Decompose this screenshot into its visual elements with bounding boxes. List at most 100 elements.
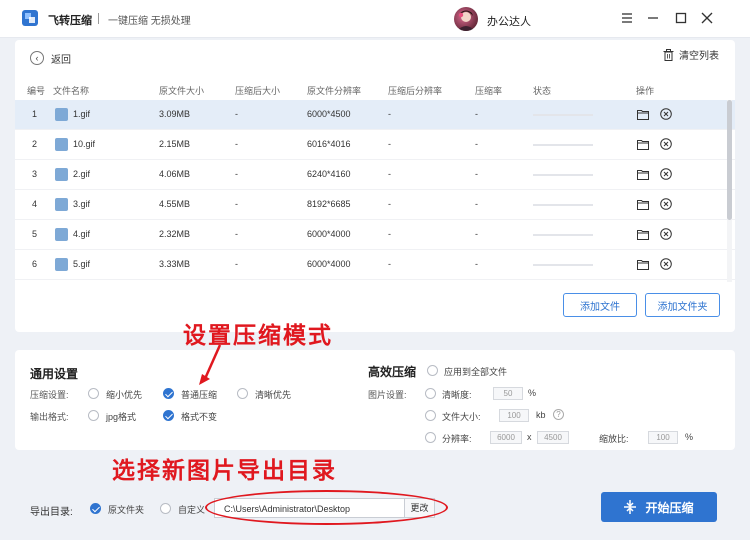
status-progress (533, 114, 593, 116)
compress-setting-label: 压缩设置: (30, 390, 69, 400)
radio-shrink-first[interactable] (88, 388, 99, 399)
folder-icon[interactable] (637, 169, 649, 180)
row-comp-size: - (235, 259, 238, 269)
row-rate: - (475, 109, 478, 119)
radio-clarity[interactable] (425, 388, 436, 399)
annotation-export-dir: 选择新图片导出目录 (112, 458, 337, 484)
user-name: 办公达人 (487, 16, 531, 28)
close-icon[interactable] (698, 9, 716, 27)
image-setting-label: 图片设置: (368, 390, 407, 400)
folder-icon[interactable] (637, 259, 649, 270)
radio-file-size[interactable] (425, 410, 436, 421)
scrollbar-thumb[interactable] (727, 100, 732, 220)
resolution-height-input[interactable]: 4500 (537, 431, 569, 444)
table-row[interactable]: 4 3.gif 4.55MB - 8192*6685 - - (15, 190, 735, 220)
option-clarity-first[interactable]: 清晰优先 (255, 388, 291, 401)
option-keep-format[interactable]: 格式不变 (181, 410, 217, 423)
table-row[interactable]: 5 4.gif 2.32MB - 6000*4000 - - (15, 220, 735, 250)
help-icon[interactable]: ? (553, 409, 564, 420)
back-button[interactable]: ‹ 返回 (30, 50, 71, 66)
status-progress (533, 234, 593, 236)
table-row[interactable]: 1 1.gif 3.09MB - 6000*4500 - - (15, 100, 735, 130)
radio-jpg-format[interactable] (88, 410, 99, 421)
row-rate: - (475, 169, 478, 179)
add-folder-button[interactable]: 添加文件夹 (645, 293, 720, 317)
row-comp-size: - (235, 109, 238, 119)
option-shrink-first[interactable]: 缩小优先 (106, 388, 142, 401)
file-size-input[interactable]: 100 (499, 409, 529, 422)
remove-icon[interactable] (660, 138, 672, 150)
option-jpg-format[interactable]: jpg格式 (106, 410, 136, 423)
maximize-icon[interactable] (672, 9, 690, 27)
option-normal-compress[interactable]: 普通压缩 (181, 388, 217, 401)
row-orig-res: 6000*4000 (307, 259, 351, 269)
remove-icon[interactable] (660, 168, 672, 180)
folder-icon[interactable] (637, 199, 649, 210)
avatar[interactable] (454, 7, 478, 31)
row-name: 10.gif (73, 139, 96, 149)
table-row[interactable]: 6 5.gif 3.33MB - 6000*4000 - - (15, 250, 735, 280)
row-comp-res: - (388, 199, 391, 209)
remove-icon[interactable] (660, 228, 672, 240)
radio-custom-dir[interactable] (160, 503, 171, 514)
row-no: 1 (32, 109, 38, 119)
row-no: 5 (32, 229, 38, 239)
row-orig-size: 2.32MB (159, 229, 191, 239)
folder-icon[interactable] (637, 229, 649, 240)
row-orig-size: 4.06MB (159, 169, 191, 179)
output-format-label: 输出格式: (30, 412, 69, 422)
start-compress-button[interactable]: 开始压缩 (601, 492, 717, 522)
row-comp-size: - (235, 229, 238, 239)
table-row[interactable]: 2 10.gif 2.15MB - 6016*4016 - - (15, 130, 735, 160)
remove-icon[interactable] (660, 258, 672, 270)
option-custom-dir[interactable]: 自定义 (178, 503, 205, 516)
header-orig-res: 原文件分辨率 (307, 86, 362, 96)
image-file-icon (55, 258, 68, 271)
folder-icon[interactable] (637, 139, 649, 150)
row-name: 5.gif (73, 259, 91, 269)
file-size-label: 文件大小: (442, 412, 481, 422)
clear-list-button[interactable]: 清空列表 (663, 47, 719, 62)
header-orig-size: 原文件大小 (159, 86, 205, 96)
row-no: 6 (32, 259, 38, 269)
radio-resolution[interactable] (425, 432, 436, 443)
status-progress (533, 204, 593, 206)
header-no: 编号 (27, 86, 46, 96)
scale-input[interactable]: 100 (648, 431, 678, 444)
option-source-folder[interactable]: 原文件夹 (108, 503, 144, 516)
row-comp-size: - (235, 199, 238, 209)
radio-apply-all[interactable] (427, 365, 438, 376)
menu-icon[interactable] (618, 9, 636, 27)
row-comp-res: - (388, 169, 391, 179)
add-file-button[interactable]: 添加文件 (563, 293, 637, 317)
status-progress (533, 174, 593, 176)
radio-keep-format[interactable] (163, 410, 174, 421)
row-no: 2 (32, 139, 38, 149)
bottom-bar: 导出目录: 原文件夹 自定义 C:\Users\Administrator\De… (0, 490, 750, 540)
row-no: 4 (32, 199, 38, 209)
resolution-width-input[interactable]: 6000 (490, 431, 522, 444)
row-comp-size: - (235, 139, 238, 149)
title-divider (98, 13, 99, 24)
row-orig-res: 6240*4160 (307, 169, 351, 179)
file-list-panel: ‹ 返回 清空列表 编号 文件名称 原文件大小 压缩后大小 原文件分辨率 压缩后… (15, 40, 735, 332)
minimize-icon[interactable] (644, 9, 662, 27)
table-row[interactable]: 3 2.gif 4.06MB - 6240*4160 - - (15, 160, 735, 190)
row-orig-size: 3.09MB (159, 109, 191, 119)
row-orig-res: 6016*4016 (307, 139, 351, 149)
radio-source-folder[interactable] (90, 503, 101, 514)
remove-icon[interactable] (660, 108, 672, 120)
file-rows: 1 1.gif 3.09MB - 6000*4500 - - 2 10.gif … (15, 100, 735, 280)
status-progress (533, 264, 593, 266)
header-ops: 操作 (636, 86, 655, 96)
advanced-title: 高效压缩 (368, 365, 417, 379)
option-apply-all[interactable]: 应用到全部文件 (444, 365, 507, 378)
folder-icon[interactable] (637, 109, 649, 120)
highlight-ellipse (205, 490, 448, 525)
radio-clarity-first[interactable] (237, 388, 248, 399)
row-comp-size: - (235, 169, 238, 179)
trash-icon (663, 48, 674, 61)
remove-icon[interactable] (660, 198, 672, 210)
radio-normal-compress[interactable] (163, 388, 174, 399)
clarity-input[interactable]: 50 (493, 387, 523, 400)
